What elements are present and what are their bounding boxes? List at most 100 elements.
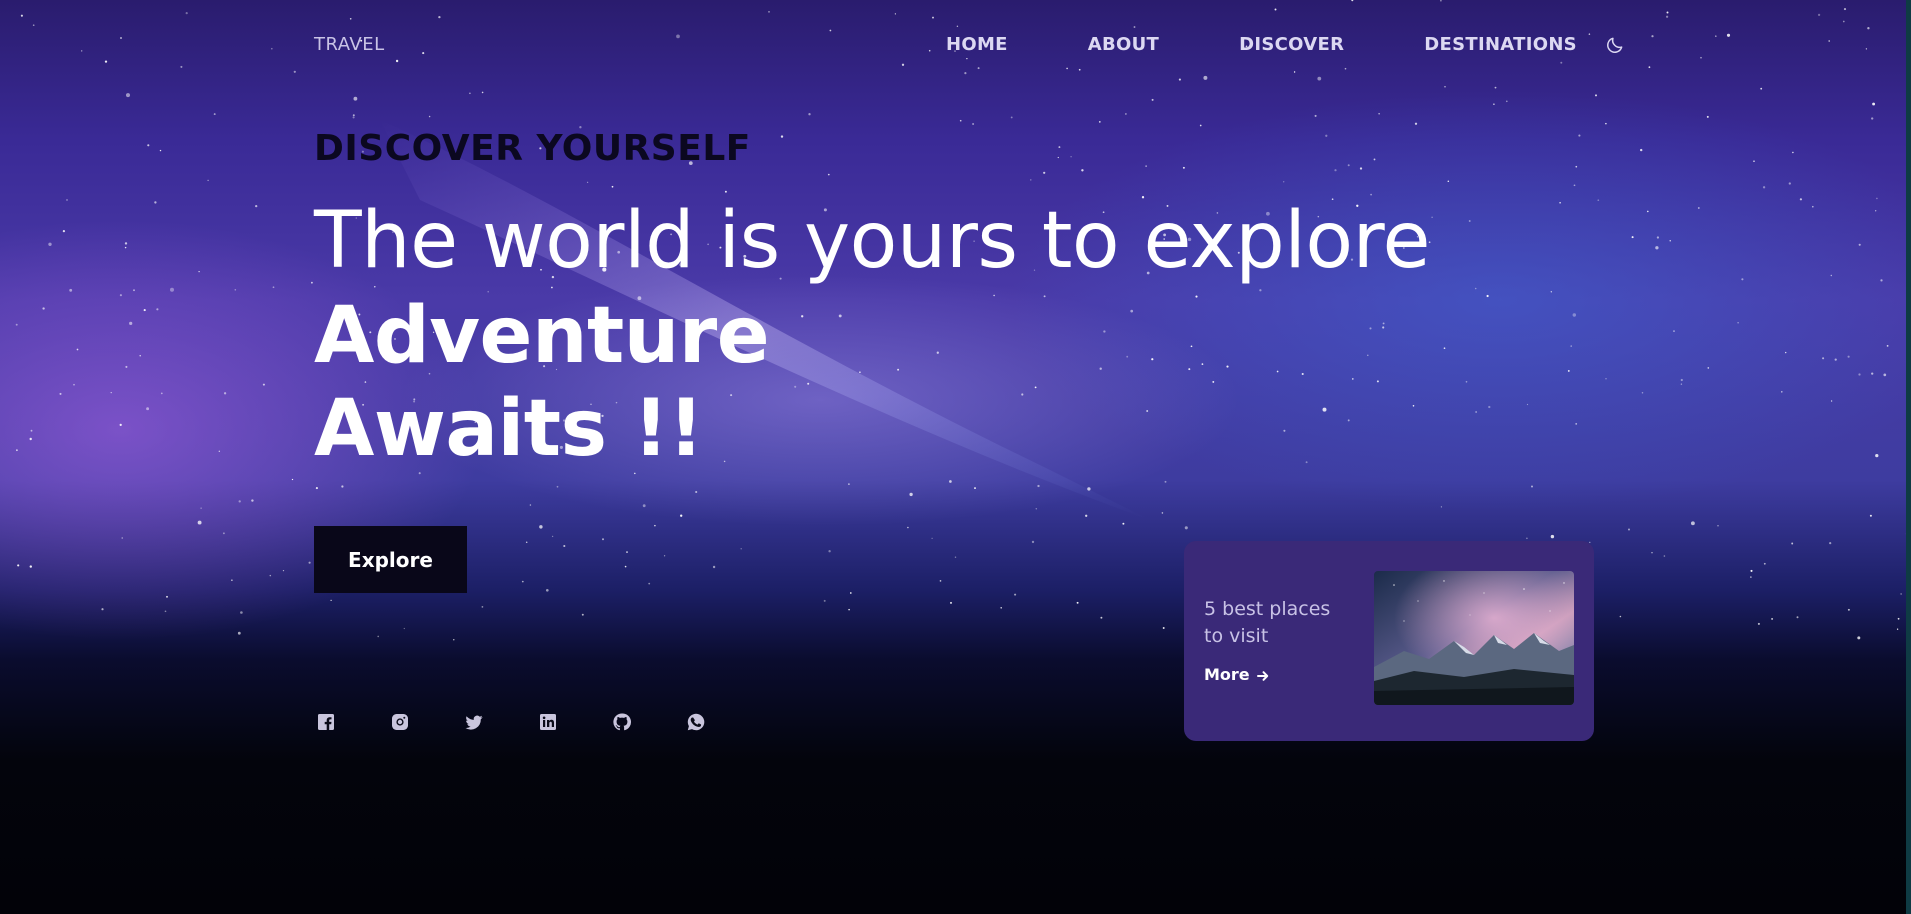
star: [1781, 391, 1783, 393]
star: [73, 383, 75, 386]
star: [1690, 521, 1695, 526]
moon-icon[interactable]: [1605, 35, 1625, 55]
star: [1572, 313, 1577, 317]
star: [16, 449, 18, 452]
star: [129, 321, 133, 326]
star: [180, 65, 183, 68]
star: [1369, 327, 1372, 330]
star: [29, 565, 32, 568]
star: [352, 114, 355, 117]
star: [1486, 294, 1489, 298]
star: [1706, 115, 1709, 118]
star: [48, 242, 52, 246]
star: [849, 592, 852, 594]
star: [1087, 487, 1091, 491]
nav-item-home[interactable]: HOME: [946, 34, 1008, 55]
star: [1412, 405, 1415, 407]
star: [428, 115, 431, 118]
star: [453, 639, 455, 641]
star: [1631, 236, 1634, 239]
star: [1757, 622, 1760, 625]
star: [1697, 207, 1700, 209]
star: [164, 610, 167, 613]
star: [939, 580, 942, 582]
instagram-icon[interactable]: [390, 712, 410, 732]
star: [1575, 423, 1578, 425]
star: [848, 483, 850, 485]
star: [1578, 134, 1581, 137]
star: [1182, 166, 1185, 169]
star: [125, 365, 128, 368]
brand-logo[interactable]: TRAVEL: [314, 34, 385, 55]
star: [282, 569, 285, 572]
facebook-icon[interactable]: [316, 712, 336, 732]
star: [1550, 291, 1552, 293]
explore-button[interactable]: Explore: [314, 526, 467, 593]
star: [1875, 453, 1879, 458]
destination-card[interactable]: 5 best places to visit More: [1184, 541, 1594, 741]
starfield: [15, 0, 1911, 641]
star: [1145, 165, 1147, 167]
nav-item-destinations[interactable]: DESTINATIONS: [1424, 34, 1577, 55]
star: [1750, 569, 1753, 572]
star: [1871, 117, 1874, 120]
star: [1057, 156, 1059, 159]
star: [1760, 87, 1763, 90]
star: [395, 59, 399, 63]
star: [240, 611, 243, 614]
star: [1043, 295, 1046, 298]
star: [1883, 373, 1887, 377]
star: [198, 270, 200, 273]
star: [481, 606, 484, 608]
github-icon[interactable]: [612, 712, 632, 732]
star: [1347, 164, 1350, 167]
star: [556, 485, 559, 488]
star: [1897, 617, 1900, 620]
linkedin-icon[interactable]: [538, 712, 558, 732]
star: [1058, 146, 1061, 149]
arrow-right-icon: [1256, 668, 1270, 682]
star: [1382, 326, 1385, 329]
star: [1762, 186, 1766, 189]
star: [1651, 35, 1654, 38]
star: [1100, 616, 1103, 619]
star: [1066, 67, 1068, 70]
star: [1347, 419, 1350, 422]
star: [1000, 607, 1002, 609]
star: [724, 190, 727, 193]
star: [1468, 220, 1471, 222]
star: [1334, 169, 1337, 172]
star: [1680, 378, 1683, 382]
star: [828, 550, 831, 553]
star: [1817, 13, 1821, 17]
star: [156, 308, 159, 311]
card-more-link[interactable]: More: [1204, 665, 1270, 684]
star: [308, 561, 311, 564]
star: [1126, 355, 1129, 358]
star: [1871, 372, 1874, 375]
star: [1595, 94, 1597, 97]
star: [133, 289, 135, 292]
star: [1847, 608, 1850, 611]
star: [270, 47, 273, 50]
star: [125, 93, 131, 98]
star: [1151, 98, 1154, 101]
milky-way-glow: [380, 120, 1150, 520]
whatsapp-icon[interactable]: [686, 712, 706, 732]
star: [364, 381, 367, 383]
star: [1799, 198, 1803, 201]
star: [1651, 552, 1653, 554]
star: [1103, 330, 1106, 333]
star: [1440, 0, 1442, 2]
star: [1573, 184, 1576, 187]
star: [1164, 480, 1167, 483]
star: [66, 199, 68, 201]
star: [1700, 56, 1702, 59]
twitter-icon[interactable]: [464, 712, 484, 732]
star: [62, 229, 66, 233]
star: [936, 351, 939, 354]
nav-item-about[interactable]: ABOUT: [1088, 34, 1159, 55]
nav-item-discover[interactable]: DISCOVER: [1239, 34, 1344, 55]
star: [1078, 68, 1081, 71]
star: [1351, 378, 1354, 380]
